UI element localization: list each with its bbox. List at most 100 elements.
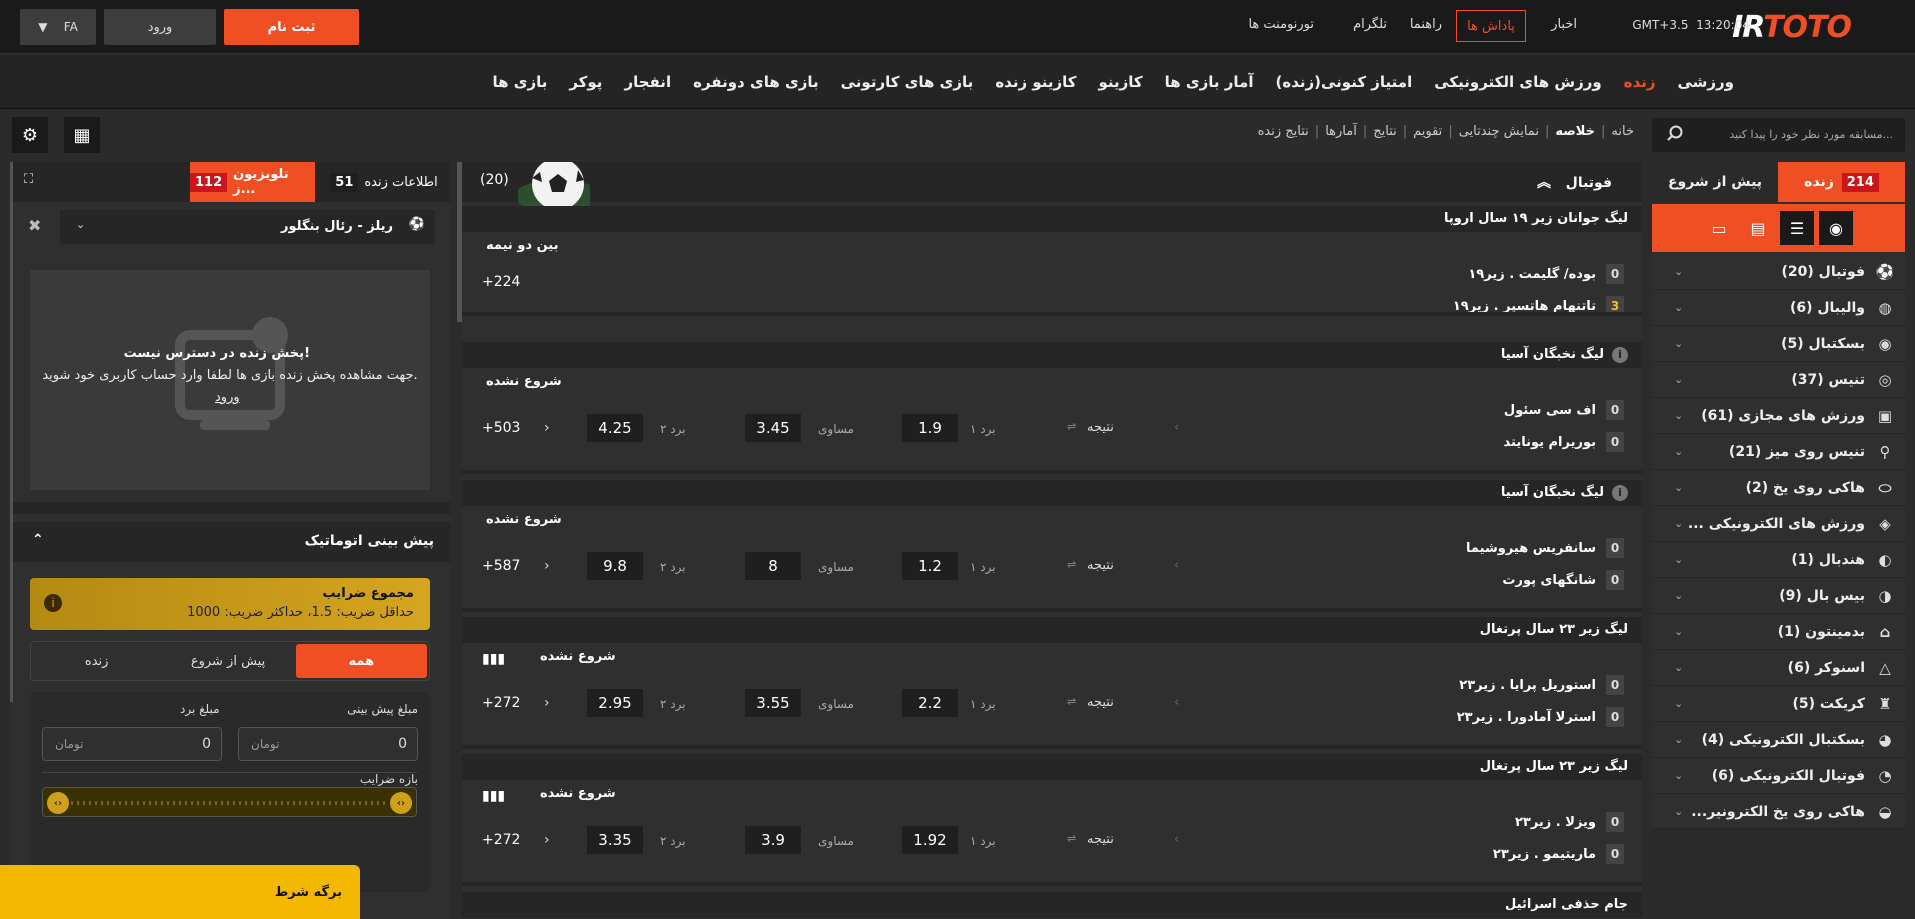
- chevron-down-icon[interactable]: ⌄: [1674, 409, 1683, 422]
- more-markets-link[interactable]: +503: [482, 420, 520, 436]
- odd-w1[interactable]: 1.9: [902, 414, 958, 442]
- filter-prematch[interactable]: پیش از شروع: [162, 642, 293, 680]
- chevron-down-icon[interactable]: ⌄: [1674, 301, 1683, 314]
- sport-header[interactable]: (20) فوتبال ︽: [462, 162, 1642, 206]
- chevron-right-icon[interactable]: ›: [544, 420, 550, 436]
- search-input[interactable]: مسابقه مورد نظر خود را پیدا کنید...: [1652, 118, 1905, 152]
- odd-w1[interactable]: 2.2: [902, 689, 958, 717]
- crumb-results[interactable]: نتایج: [1373, 124, 1397, 139]
- sidebar-item-sport[interactable]: ◍ والیبال (6) ⌄: [1652, 290, 1905, 326]
- calculator-icon[interactable]: ▦: [64, 117, 100, 153]
- info-icon[interactable]: i: [1612, 347, 1628, 363]
- slider-handle-max[interactable]: ‹›: [390, 792, 412, 814]
- chevron-down-icon[interactable]: ⌄: [1674, 625, 1683, 638]
- sidebar-item-sport[interactable]: ◎ تنیس (37) ⌄: [1652, 362, 1905, 398]
- more-markets-link[interactable]: +224: [482, 274, 520, 290]
- filter-live[interactable]: زنده: [31, 642, 162, 680]
- slider-handle-min[interactable]: ‹›: [47, 792, 69, 814]
- sidebar-item-sport[interactable]: ⬭ هاکی روی یخ (2) ⌄: [1652, 470, 1905, 506]
- nav-live-casino[interactable]: کازینو زنده: [984, 73, 1087, 91]
- sidebar-item-sport[interactable]: ⚽ فوتبال (20) ⌄: [1652, 254, 1905, 290]
- win-input[interactable]: 0 تومان: [42, 727, 222, 761]
- team-home[interactable]: 0 اف سی سئول: [1504, 400, 1624, 420]
- market-result[interactable]: نتیجه: [1087, 420, 1114, 435]
- scrollbar[interactable]: [10, 162, 13, 702]
- register-button[interactable]: ثبت نام: [224, 9, 359, 45]
- more-markets-link[interactable]: +587: [482, 558, 520, 574]
- odd-draw[interactable]: 3.45: [745, 414, 801, 442]
- scoreboard-icon[interactable]: ▤: [1741, 211, 1775, 245]
- sidebar-item-sport[interactable]: ◉ بسکتبال (5) ⌄: [1652, 326, 1905, 362]
- filter-all[interactable]: همه: [295, 644, 427, 678]
- stats-icon[interactable]: ▮▮▮: [482, 651, 505, 667]
- chevron-down-icon[interactable]: ⌄: [1674, 805, 1683, 818]
- odd-w1[interactable]: 1.2: [902, 552, 958, 580]
- sidebar-item-sport[interactable]: ◒ هاکی روی یخ الکترونیر... ⌄: [1652, 794, 1905, 830]
- nav-poker[interactable]: پوکر: [558, 73, 613, 91]
- login-button[interactable]: ورود: [104, 9, 216, 45]
- gear-icon[interactable]: ⚙: [12, 117, 48, 153]
- team-away[interactable]: 0 استرلا آمادورا . زیر۲۳: [1457, 707, 1624, 727]
- chevron-down-icon[interactable]: ⌄: [1674, 481, 1683, 494]
- odd-w2[interactable]: 9.8: [587, 552, 643, 580]
- team-home[interactable]: 0 بوده/ گلیمت . زیر۱۹: [1468, 264, 1624, 284]
- globe-icon[interactable]: ◉: [1819, 211, 1853, 245]
- chevron-right-icon[interactable]: ›: [544, 832, 550, 848]
- market-result[interactable]: نتیجه: [1087, 558, 1114, 573]
- nav-games[interactable]: بازی ها: [481, 73, 558, 91]
- sidebar-item-sport[interactable]: ♜ کریکت (5) ⌄: [1652, 686, 1905, 722]
- tab-live-info[interactable]: 51 اطلاعات زنده: [320, 162, 448, 202]
- market-result[interactable]: نتیجه: [1087, 695, 1114, 710]
- stake-input[interactable]: 0 تومان: [238, 727, 418, 761]
- crumb-calendar[interactable]: تقویم: [1413, 124, 1442, 139]
- link-tournaments[interactable]: تورنومنت ها: [1248, 17, 1314, 32]
- odd-draw[interactable]: 3.9: [745, 826, 801, 854]
- sidebar-item-sport[interactable]: ◈ ورزش های الکترونیکی ... ⌄: [1652, 506, 1905, 542]
- odd-w1[interactable]: 1.92: [902, 826, 958, 854]
- fullscreen-icon[interactable]: ⛶: [24, 172, 33, 187]
- sidebar-item-sport[interactable]: △ اسنوکر (6) ⌄: [1652, 650, 1905, 686]
- more-markets-link[interactable]: +272: [482, 832, 520, 848]
- nav-sports[interactable]: ورزشی: [1666, 73, 1745, 91]
- match-select[interactable]: ⌄ ریلز - رئال بنگلور ⚽: [60, 210, 435, 244]
- odds-range-slider[interactable]: ‹› ‹›: [42, 787, 417, 817]
- sidebar-item-sport[interactable]: ⚲ تنیس روی میز (21) ⌄: [1652, 434, 1905, 470]
- chevron-left-icon[interactable]: ‹: [1174, 420, 1179, 435]
- tab-prematch[interactable]: پیش از شروع: [1652, 162, 1778, 202]
- nav-livescore[interactable]: امتیاز کنونی(زنده): [1264, 73, 1423, 91]
- language-select[interactable]: ▼ FA: [20, 9, 96, 45]
- league-header[interactable]: لیگ زیر ۲۳ سال پرتغال: [462, 754, 1642, 780]
- nav-crash[interactable]: انفجار: [613, 73, 682, 91]
- league-header[interactable]: جام حذفی اسرائیل: [462, 892, 1642, 918]
- chevron-down-icon[interactable]: ⌄: [1674, 445, 1683, 458]
- more-markets-link[interactable]: +272: [482, 695, 520, 711]
- info-icon[interactable]: i: [1612, 485, 1628, 501]
- scrollbar[interactable]: [457, 162, 462, 322]
- rewards-button[interactable]: پاداش ها: [1456, 10, 1526, 42]
- crumb-home[interactable]: خانه: [1611, 124, 1634, 139]
- crumb-multiview[interactable]: نمایش چندتایی: [1459, 124, 1539, 139]
- sidebar-item-sport[interactable]: ⌂ بدمینتون (1) ⌄: [1652, 614, 1905, 650]
- chevron-down-icon[interactable]: ⌄: [1674, 769, 1683, 782]
- chevron-left-icon[interactable]: ‹: [1174, 558, 1179, 573]
- odd-draw[interactable]: 3.55: [745, 689, 801, 717]
- odd-w2[interactable]: 4.25: [587, 414, 643, 442]
- nav-esports[interactable]: ورزش های الکترونیکی: [1423, 73, 1612, 91]
- team-home[interactable]: 0 ویزلا . زیر۲۳: [1515, 812, 1624, 832]
- link-news[interactable]: اخبار: [1551, 17, 1577, 32]
- team-away[interactable]: 0 ماریتیمو . زیر۲۳: [1493, 844, 1624, 864]
- chevron-down-icon[interactable]: ⌄: [1674, 337, 1683, 350]
- chevron-down-icon[interactable]: ⌄: [1674, 553, 1683, 566]
- team-home[interactable]: 0 سانفریس هیروشیما: [1466, 538, 1624, 558]
- team-away[interactable]: 0 شانگهای پورت: [1502, 570, 1624, 590]
- chevron-down-icon[interactable]: ⌄: [1674, 661, 1683, 674]
- league-header[interactable]: لیگ زیر ۲۳ سال پرتغال: [462, 617, 1642, 643]
- crumb-live-results[interactable]: نتایج زنده: [1258, 124, 1309, 139]
- stream-login-link[interactable]: ورود: [215, 390, 240, 405]
- tv-icon[interactable]: ▭: [1702, 211, 1736, 245]
- nav-stats[interactable]: آمار بازی ها: [1154, 73, 1265, 91]
- link-telegram[interactable]: تلگرام: [1353, 17, 1387, 32]
- league-header[interactable]: لیگ نخبگان آسیا i: [462, 342, 1642, 368]
- sidebar-item-sport[interactable]: ▣ ورزش های مجازی (61) ⌄: [1652, 398, 1905, 434]
- chevron-down-icon[interactable]: ⌄: [1674, 517, 1683, 530]
